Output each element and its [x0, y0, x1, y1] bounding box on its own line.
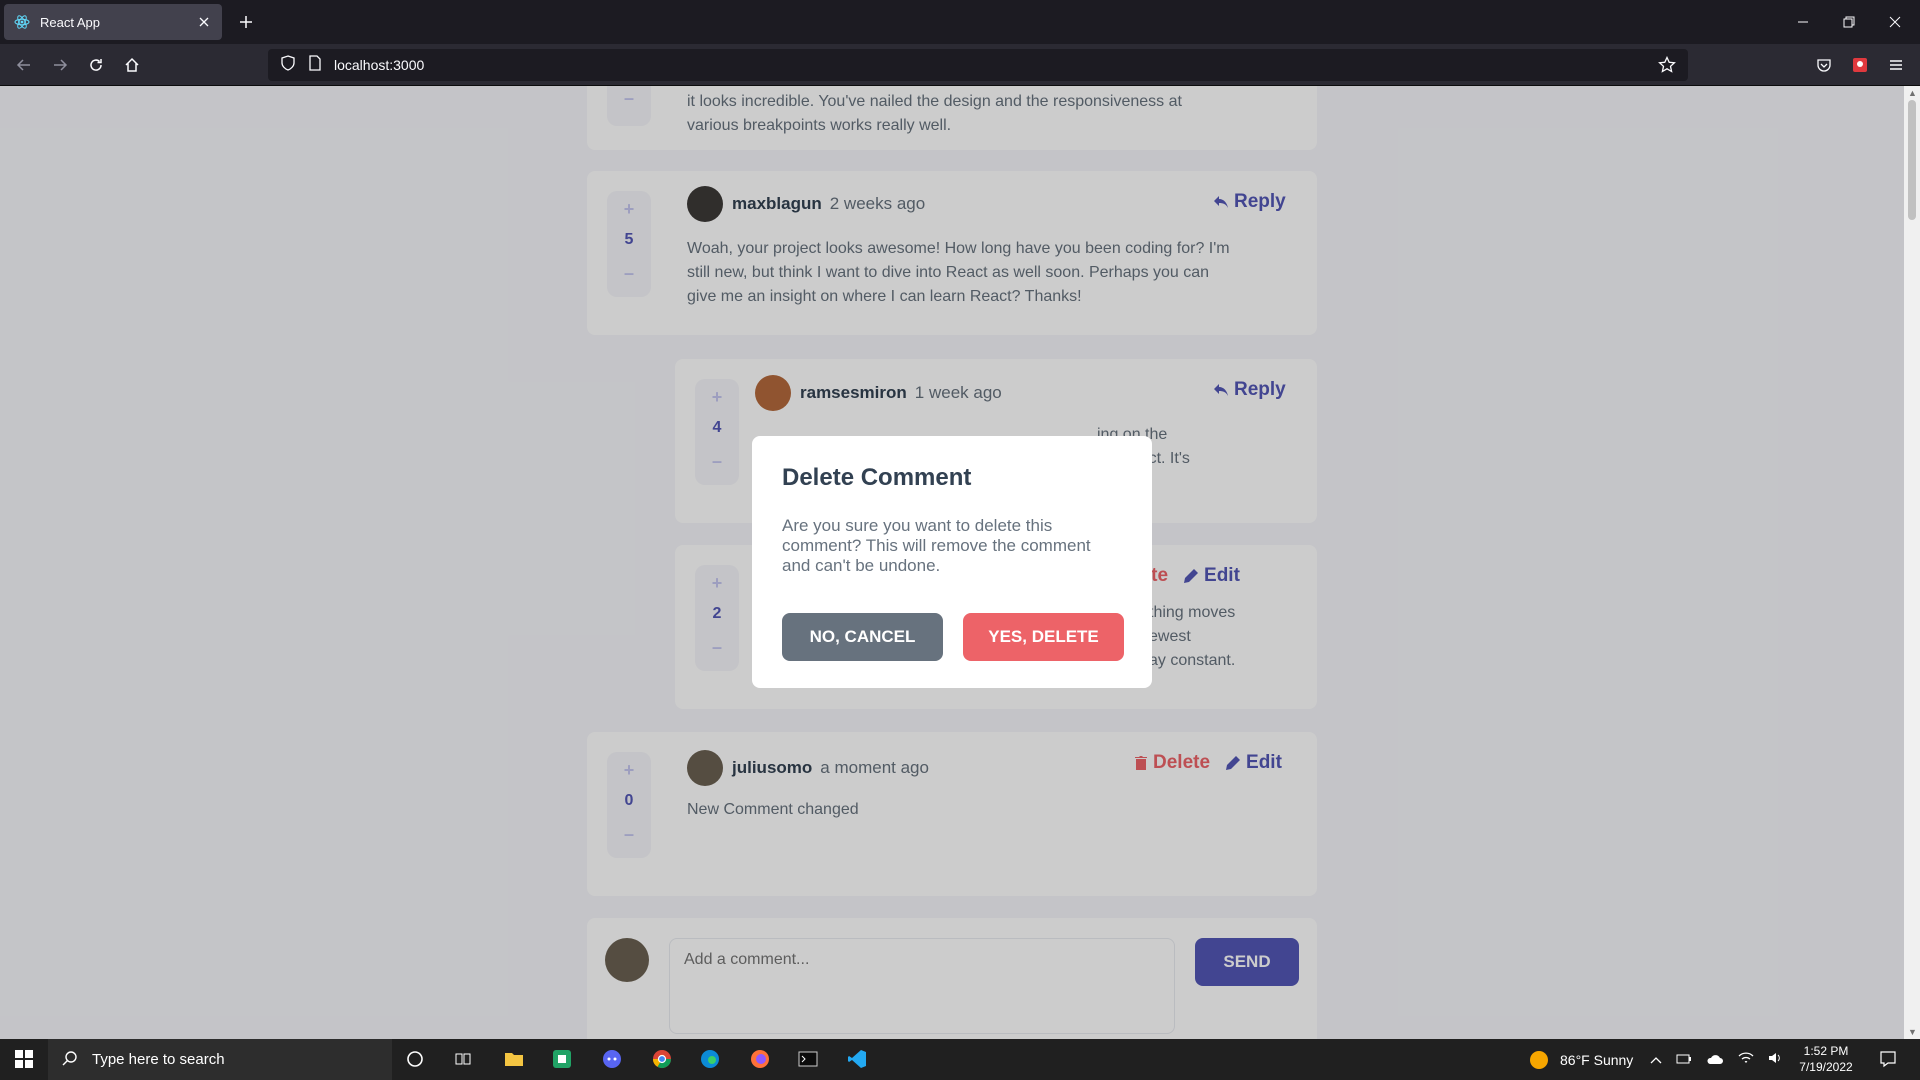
cortana-icon[interactable] — [403, 1047, 427, 1071]
back-icon[interactable] — [12, 53, 36, 77]
scrollbar[interactable]: ▲ ▼ — [1904, 86, 1920, 1039]
cloud-icon[interactable] — [1706, 1052, 1724, 1068]
url-bar[interactable]: localhost:3000 — [268, 49, 1688, 81]
close-window-icon[interactable] — [1872, 8, 1918, 36]
browser-nav-bar: localhost:3000 — [0, 44, 1920, 86]
home-icon[interactable] — [120, 53, 144, 77]
delete-modal: Delete Comment Are you sure you want to … — [752, 436, 1152, 688]
forward-icon[interactable] — [48, 53, 72, 77]
restore-icon[interactable] — [1826, 8, 1872, 36]
clock-date: 7/19/2022 — [1799, 1060, 1853, 1074]
confirm-delete-button[interactable]: YES, DELETE — [963, 613, 1124, 661]
chrome-icon[interactable] — [650, 1047, 674, 1071]
clock-time: 1:52 PM — [1803, 1044, 1849, 1058]
windows-start-icon[interactable] — [12, 1047, 36, 1071]
taskbar: Type here to search 86°F Sunny 1:52 PM 7… — [0, 1039, 1920, 1080]
notifications-icon[interactable] — [1876, 1047, 1900, 1071]
clock[interactable]: 1:52 PM 7/19/2022 — [1786, 1043, 1866, 1075]
file-explorer-icon[interactable] — [502, 1047, 526, 1071]
new-tab-icon[interactable] — [234, 10, 258, 34]
weather-widget[interactable]: 86°F Sunny — [1530, 1039, 1633, 1080]
page-icon — [308, 54, 322, 76]
browser-tab-bar: React App — [0, 0, 1920, 44]
cancel-button[interactable]: NO, CANCEL — [782, 613, 943, 661]
firefox-icon[interactable] — [748, 1047, 772, 1071]
close-tab-icon[interactable] — [196, 14, 212, 30]
minimize-icon[interactable] — [1780, 8, 1826, 36]
scrollbar-thumb[interactable] — [1908, 100, 1916, 220]
wifi-icon[interactable] — [1738, 1051, 1754, 1068]
tab-title: React App — [40, 14, 100, 30]
scroll-down-icon[interactable]: ▼ — [1908, 1027, 1917, 1037]
reload-icon[interactable] — [84, 53, 108, 77]
search-placeholder: Type here to search — [92, 1051, 225, 1068]
discord-icon[interactable] — [600, 1047, 624, 1071]
page-viewport: – it looks incredible. You've nailed the… — [0, 86, 1920, 1039]
menu-icon[interactable] — [1884, 53, 1908, 77]
task-view-icon[interactable] — [451, 1047, 475, 1071]
system-tray — [1650, 1039, 1784, 1080]
react-logo-icon — [14, 14, 30, 30]
modal-title: Delete Comment — [782, 464, 972, 491]
modal-buttons: NO, CANCEL YES, DELETE — [782, 613, 1124, 661]
vscode-icon[interactable] — [845, 1047, 869, 1071]
battery-icon[interactable] — [1676, 1052, 1692, 1068]
url-text: localhost:3000 — [334, 57, 425, 73]
search-icon — [62, 1050, 78, 1070]
extension-icon[interactable] — [1848, 53, 1872, 77]
spreadsheet-app-icon[interactable] — [550, 1047, 574, 1071]
browser-tab[interactable]: React App — [4, 4, 222, 40]
weather-text: 86°F Sunny — [1560, 1051, 1634, 1068]
pocket-icon[interactable] — [1812, 53, 1836, 77]
shield-icon[interactable] — [280, 54, 296, 76]
chevron-up-icon[interactable] — [1650, 1052, 1662, 1068]
volume-icon[interactable] — [1768, 1051, 1784, 1068]
taskbar-search[interactable]: Type here to search — [48, 1039, 392, 1080]
modal-message: Are you sure you want to delete this com… — [782, 516, 1091, 575]
edge-icon[interactable] — [698, 1047, 722, 1071]
sun-icon — [1530, 1050, 1548, 1069]
scroll-up-icon[interactable]: ▲ — [1908, 88, 1917, 98]
bookmark-star-icon[interactable] — [1658, 55, 1676, 79]
terminal-icon[interactable] — [796, 1047, 820, 1071]
